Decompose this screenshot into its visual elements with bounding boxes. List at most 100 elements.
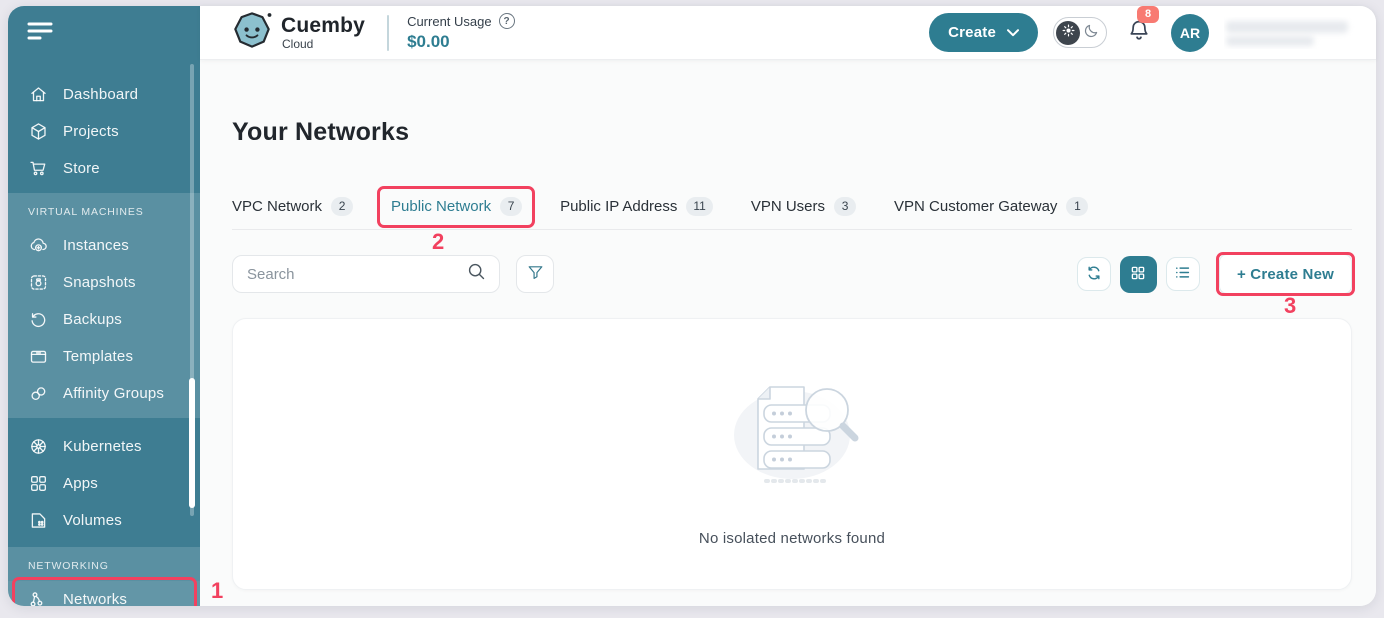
sidebar-section-networking: NETWORKING Networks (8, 547, 200, 606)
sidebar-item-label: Store (63, 160, 100, 177)
tab-count-badge: 3 (834, 197, 856, 216)
avatar[interactable]: AR (1171, 14, 1209, 52)
hamburger-icon (27, 30, 53, 45)
sidebar-item-store[interactable]: Store (8, 150, 200, 187)
empty-state-message: No isolated networks found (699, 530, 885, 547)
cart-icon (28, 158, 49, 179)
template-icon (28, 346, 49, 367)
grid-view-button[interactable] (1120, 256, 1157, 293)
header-actions: Create (929, 13, 1356, 52)
redacted-username (1224, 17, 1356, 49)
section-title-virtual-machines: VIRTUAL MACHINES (8, 199, 200, 227)
sidebar-nav-middle: Kubernetes Apps Volumes (8, 428, 200, 539)
sidebar-item-label: Networks (63, 591, 127, 606)
affinity-groups-icon (28, 383, 49, 404)
sidebar-item-networks[interactable]: Networks (8, 581, 200, 606)
sidebar-item-label: Templates (63, 348, 133, 365)
sidebar-item-templates[interactable]: Templates (8, 338, 200, 375)
sidebar-item-label: Affinity Groups (63, 385, 164, 402)
grid-view-icon (1129, 264, 1147, 285)
search-icon (466, 261, 487, 287)
cloud-plus-icon (28, 235, 49, 256)
current-usage-label: Current Usage (407, 14, 492, 29)
sidebar-item-backups[interactable]: Backups (8, 301, 200, 338)
sidebar-item-affinity-groups[interactable]: Affinity Groups (8, 375, 200, 412)
chevron-down-icon (1007, 24, 1019, 41)
brand-text: Cuemby Cloud (281, 15, 365, 50)
kubernetes-icon (28, 436, 49, 457)
refresh-button[interactable] (1077, 257, 1111, 291)
toolbar-right: + Create New (1077, 254, 1352, 294)
sidebar-item-label: Snapshots (63, 274, 136, 291)
current-usage-value: $0.00 (407, 32, 515, 52)
app-window: Dashboard Projects Store VIRTUAL MACHINE… (8, 6, 1376, 606)
cube-icon (28, 121, 49, 142)
brand-subtitle: Cloud (281, 38, 365, 50)
sidebar-item-label: Volumes (63, 512, 122, 529)
notification-count-badge: 8 (1137, 6, 1159, 23)
snapshot-icon (28, 272, 49, 293)
sidebar-section-virtual-machines: VIRTUAL MACHINES Instances Snapshots Bac… (8, 193, 200, 418)
main-area: Cuemby Cloud Current Usage ? $0.00 Creat… (200, 6, 1376, 606)
section-title-networking: NETWORKING (8, 553, 200, 581)
restore-icon (28, 309, 49, 330)
theme-toggle[interactable] (1053, 17, 1107, 48)
header-divider (387, 15, 389, 51)
sun-icon (1061, 23, 1076, 43)
top-header: Cuemby Cloud Current Usage ? $0.00 Creat… (200, 6, 1376, 60)
tab-count-badge: 7 (500, 197, 522, 216)
filter-funnel-icon (526, 263, 545, 285)
volumes-icon (28, 510, 49, 531)
brand-name: Cuemby (281, 15, 365, 36)
search-input[interactable] (247, 266, 466, 283)
tab-public-network[interactable]: Public Network 7 (391, 197, 522, 216)
sidebar-item-kubernetes[interactable]: Kubernetes (8, 428, 200, 465)
tab-count-badge: 11 (686, 197, 712, 216)
network-nodes-icon (28, 589, 49, 606)
sidebar-item-apps[interactable]: Apps (8, 465, 200, 502)
cuemby-mascot-icon (232, 10, 272, 55)
sidebar-nav-top: Dashboard Projects Store (8, 76, 200, 187)
sidebar-item-dashboard[interactable]: Dashboard (8, 76, 200, 113)
sidebar-item-label: Projects (63, 123, 119, 140)
create-new-button[interactable]: + Create New (1219, 254, 1352, 294)
sidebar-item-instances[interactable]: Instances (8, 227, 200, 264)
sidebar-scrollbar-thumb[interactable] (189, 378, 195, 508)
tab-vpc-network[interactable]: VPC Network 2 (232, 197, 353, 216)
sidebar-item-snapshots[interactable]: Snapshots (8, 264, 200, 301)
notifications-button[interactable]: 8 (1126, 17, 1152, 49)
brand-logo[interactable]: Cuemby Cloud (232, 10, 365, 55)
list-view-button[interactable] (1166, 257, 1200, 291)
sidebar-item-projects[interactable]: Projects (8, 113, 200, 150)
sidebar-item-label: Instances (63, 237, 129, 254)
empty-networks-illustration (706, 375, 878, 500)
tab-count-badge: 2 (331, 197, 353, 216)
sidebar-item-label: Dashboard (63, 86, 138, 103)
sidebar-item-volumes[interactable]: Volumes (8, 502, 200, 539)
page-content: Your Networks VPC Network 2 Public Netwo… (200, 60, 1376, 606)
toolbar: + Create New (232, 254, 1352, 294)
home-icon (28, 84, 49, 105)
sidebar-item-label: Apps (63, 475, 98, 492)
tab-count-badge: 1 (1066, 197, 1088, 216)
hamburger-menu-button[interactable] (26, 20, 54, 44)
tab-vpn-customer-gateway[interactable]: VPN Customer Gateway 1 (894, 197, 1088, 216)
bell-icon (1126, 31, 1152, 48)
create-dropdown-button[interactable]: Create (929, 13, 1038, 52)
filter-button[interactable] (516, 255, 554, 293)
sidebar-item-label: Backups (63, 311, 122, 328)
help-icon[interactable]: ? (499, 13, 515, 29)
sidebar-item-label: Kubernetes (63, 438, 142, 455)
page-title: Your Networks (232, 118, 1352, 147)
current-usage: Current Usage ? $0.00 (407, 13, 515, 52)
apps-grid-icon (28, 473, 49, 494)
tab-vpn-users[interactable]: VPN Users 3 (751, 197, 856, 216)
list-view-icon (1173, 263, 1192, 285)
moon-icon (1083, 22, 1100, 44)
empty-state-card: No isolated networks found (232, 318, 1352, 590)
sidebar: Dashboard Projects Store VIRTUAL MACHINE… (8, 6, 200, 606)
search-box (232, 255, 500, 293)
light-mode-active (1056, 21, 1080, 45)
refresh-icon (1084, 263, 1104, 286)
tab-public-ip-address[interactable]: Public IP Address 11 (560, 197, 713, 216)
